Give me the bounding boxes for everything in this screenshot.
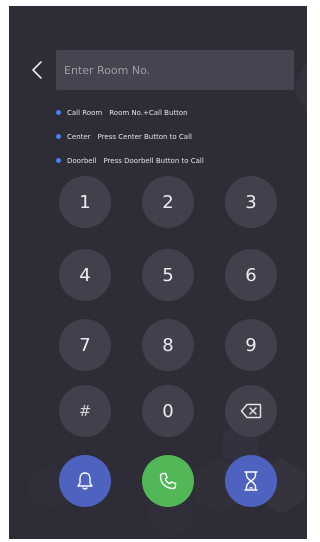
hint-title: Call Room	[67, 108, 103, 117]
key-8[interactable]: 8	[142, 319, 194, 371]
hint-center: Center Press Center Button to Call	[56, 131, 296, 142]
hint-call-room: Call Room Room No.+Call Button	[56, 107, 296, 118]
key-9[interactable]: 9	[225, 319, 277, 371]
key-hash[interactable]: #	[59, 385, 111, 437]
key-3[interactable]: 3	[225, 176, 277, 228]
hint-text: Press Doorbell Button to Call	[103, 156, 204, 165]
phone-icon	[159, 472, 177, 490]
center-button[interactable]	[225, 455, 277, 507]
key-1[interactable]: 1	[59, 176, 111, 228]
bullet-dot	[56, 110, 61, 115]
call-button[interactable]	[142, 455, 194, 507]
backspace-icon	[240, 403, 262, 419]
hint-title: Center	[67, 132, 91, 141]
intercom-screen: Call Room Room No.+Call Button Center Pr…	[9, 6, 307, 539]
bullet-dot	[56, 158, 61, 163]
key-0[interactable]: 0	[142, 385, 194, 437]
bullet-dot	[56, 134, 61, 139]
key-6[interactable]: 6	[225, 249, 277, 301]
key-7[interactable]: 7	[59, 319, 111, 371]
chevron-left-icon	[32, 61, 42, 79]
hint-doorbell: Doorbell Press Doorbell Button to Call	[56, 155, 296, 166]
hint-title: Doorbell	[67, 156, 97, 165]
hint-text: Press Center Button to Call	[97, 132, 192, 141]
key-4[interactable]: 4	[59, 249, 111, 301]
hourglass-icon	[244, 471, 258, 491]
doorbell-button[interactable]	[59, 455, 111, 507]
hint-text: Room No.+Call Button	[109, 108, 188, 117]
key-2[interactable]: 2	[142, 176, 194, 228]
call-instructions: Call Room Room No.+Call Button Center Pr…	[56, 107, 296, 179]
room-number-input[interactable]	[56, 50, 294, 90]
backspace-button[interactable]	[225, 385, 277, 437]
key-5[interactable]: 5	[142, 249, 194, 301]
bell-icon	[77, 472, 93, 490]
back-button[interactable]	[26, 58, 48, 82]
